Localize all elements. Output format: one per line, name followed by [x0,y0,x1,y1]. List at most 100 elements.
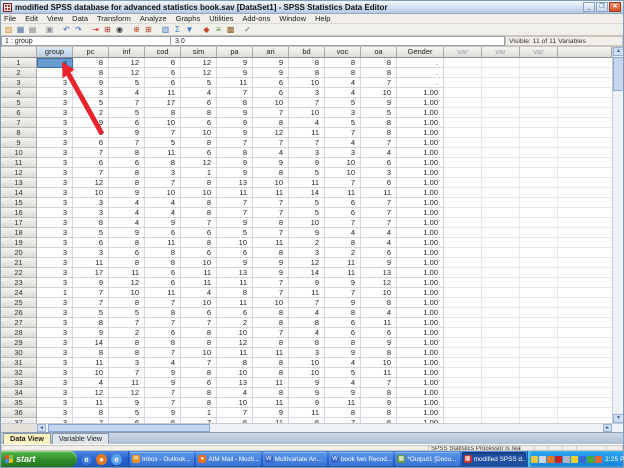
cell-empty[interactable] [444,288,482,298]
cell[interactable]: 1.00 [397,228,444,238]
cell[interactable]: 8 [253,368,289,378]
tray-icon[interactable] [595,455,602,463]
cell[interactable]: 3 [37,248,73,258]
cell-empty[interactable] [444,158,482,168]
row-header[interactable]: 11 [1,158,37,168]
row-header[interactable]: 15 [1,198,37,208]
cell[interactable]: 6 [145,228,181,238]
cell[interactable]: 8 [253,308,289,318]
cell[interactable]: 10 [181,128,217,138]
cell[interactable]: 11 [361,188,397,198]
cell[interactable]: 9 [289,278,325,288]
cell[interactable]: 8 [361,408,397,418]
cell-empty[interactable] [520,128,558,138]
row-header[interactable]: 6 [1,108,37,118]
cell[interactable]: 6 [181,378,217,388]
cell[interactable]: 8 [325,408,361,418]
cell[interactable]: 3 [37,398,73,408]
goto-variable-icon[interactable]: ⊞ [102,25,113,35]
cell[interactable]: 1.00 [397,238,444,248]
cell[interactable]: 11 [181,278,217,288]
cell-empty[interactable] [444,98,482,108]
cell[interactable]: 11 [253,398,289,408]
cell[interactable]: 3 [37,88,73,98]
cell-empty[interactable] [520,358,558,368]
cell[interactable]: 8 [109,168,145,178]
cell-empty[interactable] [482,398,520,408]
cell[interactable]: 10 [217,398,253,408]
cell[interactable]: 7 [217,138,253,148]
row-header[interactable]: 8 [1,128,37,138]
row-header[interactable]: 4 [1,88,37,98]
row-header[interactable]: 23 [1,278,37,288]
cell[interactable]: 9 [325,298,361,308]
cell[interactable]: 11 [289,288,325,298]
cell[interactable]: 9 [325,278,361,288]
print-icon[interactable]: ▤ [27,25,38,35]
cell[interactable]: 7 [361,198,397,208]
cell[interactable]: 10 [289,218,325,228]
cell[interactable]: 8 [325,238,361,248]
menu-item-graphs[interactable]: Graphs [176,14,201,23]
cell[interactable]: 9 [253,158,289,168]
cell-empty[interactable] [482,218,520,228]
cell[interactable]: 4 [181,88,217,98]
column-header-sim[interactable]: sim [181,47,217,58]
cell[interactable]: 9 [73,78,109,88]
cell[interactable]: 1.00 [397,338,444,348]
cell[interactable]: 7 [253,328,289,338]
cell[interactable]: 1.00 [397,358,444,368]
row-header[interactable]: 34 [1,388,37,398]
cell[interactable]: 4 [325,378,361,388]
row-header[interactable]: 35 [1,398,37,408]
cell-empty[interactable] [444,188,482,198]
cell[interactable]: 7 [253,278,289,288]
cell[interactable]: 7 [253,208,289,218]
cell[interactable]: 7 [361,378,397,388]
cell[interactable]: 6 [253,78,289,88]
cell[interactable]: 7 [181,218,217,228]
cell-empty[interactable] [444,58,482,68]
cell-empty[interactable] [444,198,482,208]
cell[interactable]: 1.00 [397,108,444,118]
cell[interactable]: 9 [109,398,145,408]
cell-empty[interactable] [444,178,482,188]
cell[interactable]: 9 [109,128,145,138]
row-header[interactable]: 29 [1,338,37,348]
cell[interactable]: 8 [73,68,109,78]
cell[interactable]: 9 [73,118,109,128]
cell-empty[interactable] [444,348,482,358]
cell[interactable]: 3 [37,268,73,278]
row-header[interactable]: 31 [1,358,37,368]
cell[interactable]: 9 [217,68,253,78]
cell[interactable]: 7 [217,198,253,208]
cell[interactable]: 1.00 [397,328,444,338]
redo-icon[interactable]: ↷ [73,25,84,35]
cell-empty[interactable] [520,108,558,118]
taskbar-button[interactable]: Wbook two Recod... [328,452,394,466]
open-file-icon[interactable]: ▥ [3,25,14,35]
cell-empty[interactable] [482,138,520,148]
cell[interactable]: 8 [181,198,217,208]
cell[interactable]: 8 [73,408,109,418]
cell[interactable]: 8 [181,328,217,338]
row-header[interactable]: 27 [1,318,37,328]
cell[interactable]: 8 [217,98,253,108]
cell[interactable]: 6 [361,158,397,168]
cell[interactable]: 4 [73,378,109,388]
row-header[interactable]: 18 [1,228,37,238]
cell[interactable]: 8 [181,108,217,118]
cell[interactable]: 12 [73,388,109,398]
cell[interactable]: 1.00 [397,398,444,408]
cell[interactable]: 7 [109,368,145,378]
cell-empty[interactable] [520,328,558,338]
cell[interactable]: 3 [325,108,361,118]
row-header[interactable]: 21 [1,258,37,268]
cell[interactable]: 10 [253,298,289,308]
cell[interactable]: 8 [361,128,397,138]
cell-empty[interactable] [520,308,558,318]
cell[interactable]: 11 [109,268,145,278]
cell[interactable]: 6 [145,418,181,423]
cell[interactable]: 11 [325,268,361,278]
cell[interactable]: 13 [217,378,253,388]
